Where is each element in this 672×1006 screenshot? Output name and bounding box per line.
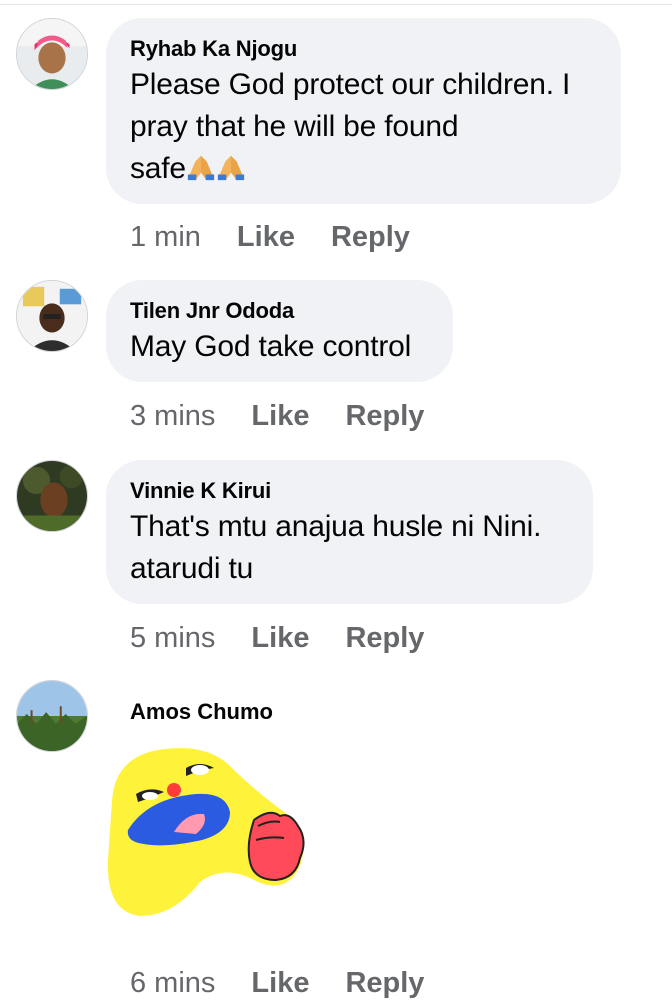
comment-author[interactable]: Ryhab Ka Njogu [130, 34, 597, 64]
comment-text-line: atarudi tu [130, 552, 254, 585]
comment-bubble: Vinnie K Kirui That's mtu anajua husle n… [106, 460, 593, 604]
like-button[interactable]: Like [237, 219, 295, 255]
praying-hands-icon [217, 155, 245, 181]
comment-text-line: safe [130, 148, 597, 190]
avatar[interactable] [16, 680, 88, 752]
like-button[interactable]: Like [251, 620, 309, 656]
comment-time[interactable]: 5 mins [130, 620, 215, 656]
comment-bubble: Tilen Jnr Ododa May God take control [106, 280, 453, 382]
reply-button[interactable]: Reply [345, 965, 424, 1001]
avatar[interactable] [16, 460, 88, 532]
user-photo-icon [17, 681, 87, 751]
avatar[interactable] [16, 18, 88, 90]
praying-hands-icon [187, 155, 215, 181]
user-photo-icon [17, 281, 87, 351]
comment-time[interactable]: 1 min [130, 219, 201, 255]
avatar[interactable] [16, 280, 88, 352]
comment-bubble: Ryhab Ka Njogu Please God protect our ch… [106, 18, 621, 204]
user-photo-icon [17, 461, 87, 531]
reply-button[interactable]: Reply [345, 620, 424, 656]
top-divider [0, 0, 672, 5]
comment-text-line: Please God protect our children. I [130, 68, 571, 101]
comment-time[interactable]: 6 mins [130, 965, 215, 1001]
comment-author[interactable]: Amos Chumo [130, 697, 273, 727]
comment-meta: 1 min Like Reply [130, 219, 410, 255]
comment-text-end: safe [130, 152, 186, 185]
comment-meta: 3 mins Like Reply [130, 398, 424, 434]
like-button[interactable]: Like [251, 398, 309, 434]
comment-text-line: That's mtu anajua husle ni Nini. [130, 510, 542, 543]
laughing-blob-sticker-icon[interactable] [104, 740, 314, 920]
reply-button[interactable]: Reply [331, 219, 410, 255]
comment-text-line: pray that he will be found [130, 110, 459, 143]
comment-author[interactable]: Vinnie K Kirui [130, 476, 569, 506]
comment-meta: 5 mins Like Reply [130, 620, 424, 656]
user-photo-icon [17, 19, 87, 89]
comment-author[interactable]: Tilen Jnr Ododa [130, 296, 429, 326]
comment-meta: 6 mins Like Reply [130, 965, 424, 1001]
reply-button[interactable]: Reply [345, 398, 424, 434]
comment-time[interactable]: 3 mins [130, 398, 215, 434]
like-button[interactable]: Like [251, 965, 309, 1001]
comment-text-line: May God take control [130, 330, 412, 363]
